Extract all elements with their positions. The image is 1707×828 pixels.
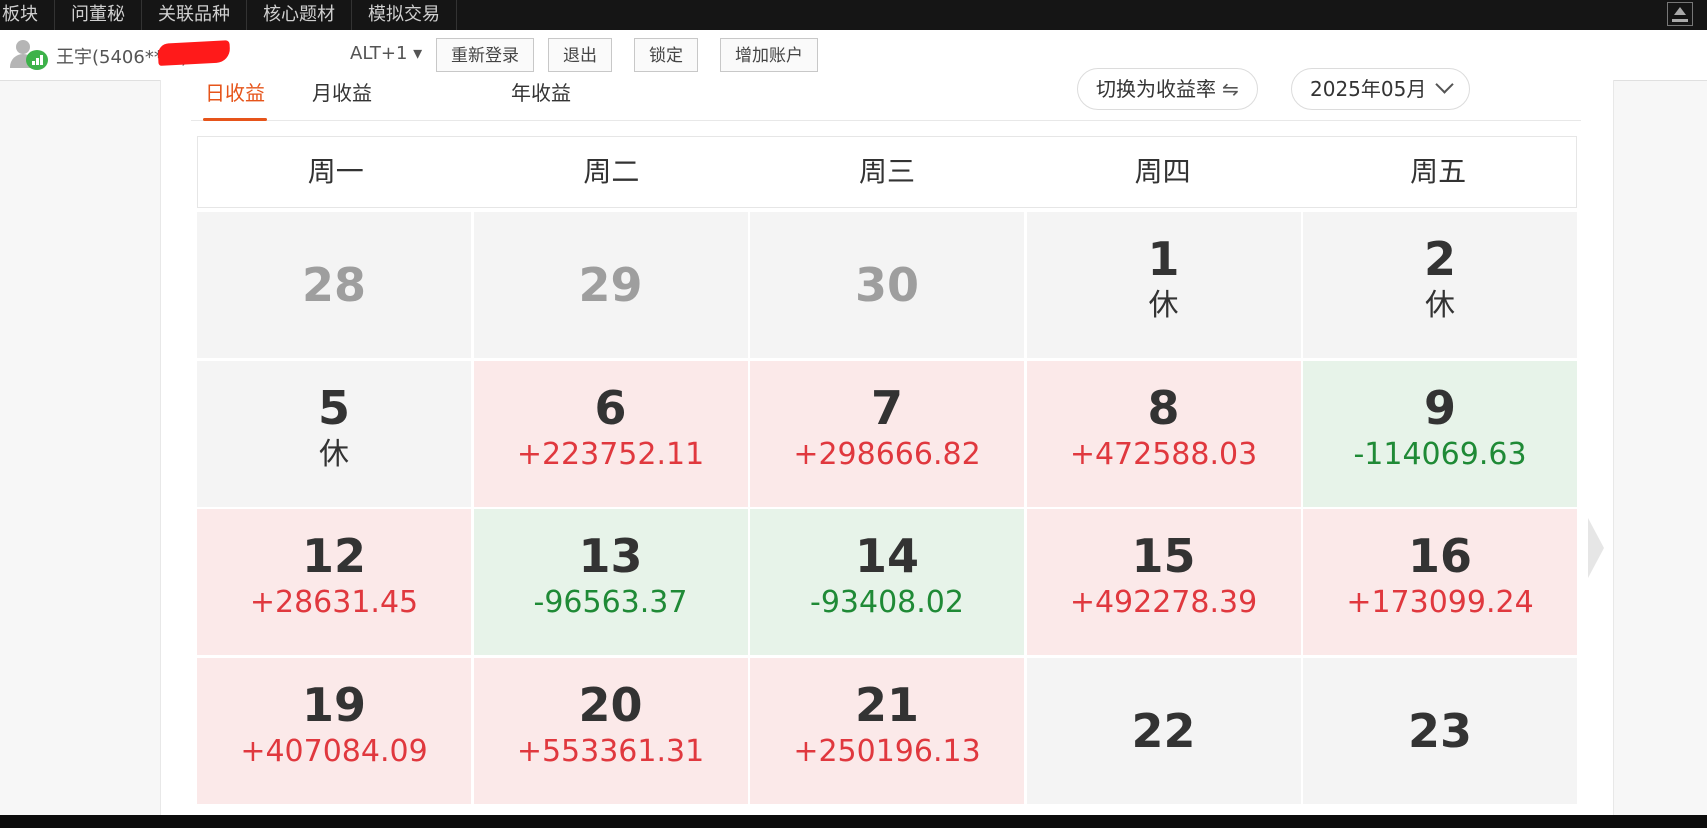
calendar-day-number: 7	[870, 380, 903, 435]
daily-profit-value: -96563.37	[533, 585, 688, 620]
calendar-day-number: 30	[854, 258, 919, 312]
calendar-day-number: 2	[1423, 232, 1456, 286]
calendar-day-cell[interactable]: 16 +173099.24	[1303, 509, 1577, 655]
daily-profit-value: -114069.63	[1353, 436, 1527, 472]
calendar-day-number: 28	[301, 258, 366, 312]
calendar-day-cell[interactable]: 19 +407084.09	[197, 657, 471, 804]
holiday-label: 休	[1425, 288, 1455, 323]
calendar-day-cell[interactable]: 30	[750, 212, 1024, 358]
calendar-day-cell[interactable]: 29	[473, 212, 748, 358]
calendar-day-number: 19	[301, 677, 366, 732]
calendar-day-number: 20	[578, 677, 643, 732]
calendar-day-number: 12	[301, 529, 366, 583]
toggle-rate-label: 切换为收益率	[1096, 77, 1216, 101]
top-menu-bar: 板块 问董秘 关联品种 核心题材 模拟交易	[0, 0, 1707, 30]
tab-daily[interactable]: 日收益	[203, 80, 267, 121]
profit-calendar-panel: 日收益 月收益 年收益 切换为收益率 ⇋ 2025年05月 周一 周二 周三 周四…	[160, 68, 1614, 815]
daily-profit-value: +173099.24	[1346, 585, 1534, 620]
calendar-day-number: 5	[317, 380, 350, 435]
daily-profit-value: +553361.31	[516, 733, 705, 769]
calendar-day-number: 6	[594, 380, 627, 435]
daily-profit-value: +472588.03	[1069, 436, 1258, 472]
calendar-day-cell[interactable]: 1休	[1026, 212, 1301, 358]
daily-profit-value: -93408.02	[810, 585, 964, 620]
menu-item-sim-trading[interactable]: 模拟交易	[352, 0, 457, 30]
month-selector-label: 2025年05月	[1310, 77, 1427, 101]
calendar-day-number: 29	[578, 258, 643, 312]
calendar-day-cell[interactable]: 14 -93408.02	[750, 509, 1024, 655]
calendar-day-cell[interactable]: 22	[1026, 657, 1301, 804]
swap-icon: ⇋	[1222, 77, 1239, 101]
calendar-day-number: 16	[1407, 529, 1472, 583]
profit-tabs: 日收益 月收益 年收益 切换为收益率 ⇋ 2025年05月	[191, 68, 1581, 121]
redaction-mark	[157, 40, 231, 66]
calendar-day-cell[interactable]: 2休	[1303, 212, 1577, 358]
chevron-right-icon[interactable]	[1588, 518, 1604, 578]
calendar-day-cell[interactable]: 12 +28631.45	[197, 509, 471, 655]
calendar-day-number: 13	[578, 529, 643, 583]
add-account-button[interactable]: 增加账户	[720, 38, 818, 72]
holiday-label: 休	[319, 436, 349, 472]
lock-button[interactable]: 锁定	[634, 38, 698, 72]
calendar-day-cell[interactable]: 15 +492278.39	[1026, 509, 1301, 655]
weekday-wed: 周三	[858, 155, 915, 188]
calendar-day-cell[interactable]: 8 +472588.03	[1026, 360, 1301, 507]
daily-profit-value: +250196.13	[793, 733, 981, 769]
calendar-day-cell[interactable]: 6 +223752.11	[473, 360, 748, 507]
calendar-day-cell[interactable]: 13 -96563.37	[473, 509, 748, 655]
weekday-fri: 周五	[1410, 155, 1467, 188]
month-selector[interactable]: 2025年05月	[1291, 68, 1471, 110]
calendar-day-cell[interactable]: 5休	[197, 360, 471, 507]
tab-monthly[interactable]: 月收益	[312, 80, 372, 106]
menu-item-core-topics[interactable]: 核心题材	[247, 0, 352, 30]
calendar-day-number: 9	[1423, 380, 1456, 435]
calendar-day-cell[interactable]: 20 +553361.31	[473, 657, 748, 804]
daily-profit-value: +223752.11	[516, 436, 705, 472]
calendar-day-number: 8	[1147, 380, 1180, 435]
calendar-day-number: 15	[1131, 529, 1196, 583]
market-ticker	[0, 815, 1707, 828]
daily-profit-value: +298666.82	[793, 436, 981, 472]
upload-icon[interactable]	[1667, 2, 1693, 26]
calendar-day-number: 21	[854, 677, 919, 732]
logout-button[interactable]: 退出	[548, 38, 612, 72]
relogin-button[interactable]: 重新登录	[436, 38, 534, 72]
weekday-header: 周一 周二 周三 周四 周五	[197, 136, 1577, 208]
calendar-day-number: 14	[854, 529, 919, 583]
chevron-down-icon	[1435, 75, 1455, 94]
holiday-label: 休	[1148, 288, 1179, 323]
menu-item-sector[interactable]: 板块	[0, 0, 55, 30]
calendar-day-cell[interactable]: 7 +298666.82	[750, 360, 1024, 507]
weekday-thu: 周四	[1134, 155, 1191, 188]
calendar-day-cell[interactable]: 9 -114069.63	[1303, 360, 1577, 507]
calendar-day-cell[interactable]: 28	[197, 212, 471, 358]
calendar-day-cell[interactable]: 23	[1303, 657, 1577, 804]
toggle-rate-button[interactable]: 切换为收益率 ⇋	[1077, 68, 1258, 110]
calendar-day-number: 1	[1147, 232, 1180, 286]
weekday-tue: 周二	[583, 155, 640, 188]
daily-profit-value: +28631.45	[249, 585, 419, 620]
daily-profit-value: +407084.09	[240, 733, 428, 769]
tab-yearly[interactable]: 年收益	[511, 80, 571, 106]
calendar-day-number: 22	[1131, 703, 1196, 758]
menu-item-ask-secretary[interactable]: 问董秘	[55, 0, 142, 30]
user-signal-icon	[10, 40, 50, 70]
calendar-day-number: 23	[1407, 703, 1472, 758]
account-hotkey-dropdown[interactable]: ALT+1 ▾	[350, 43, 422, 64]
weekday-mon: 周一	[307, 155, 364, 188]
daily-profit-value: +492278.39	[1069, 585, 1258, 620]
calendar-day-cell[interactable]: 21 +250196.13	[750, 657, 1024, 804]
menu-item-related[interactable]: 关联品种	[142, 0, 247, 30]
